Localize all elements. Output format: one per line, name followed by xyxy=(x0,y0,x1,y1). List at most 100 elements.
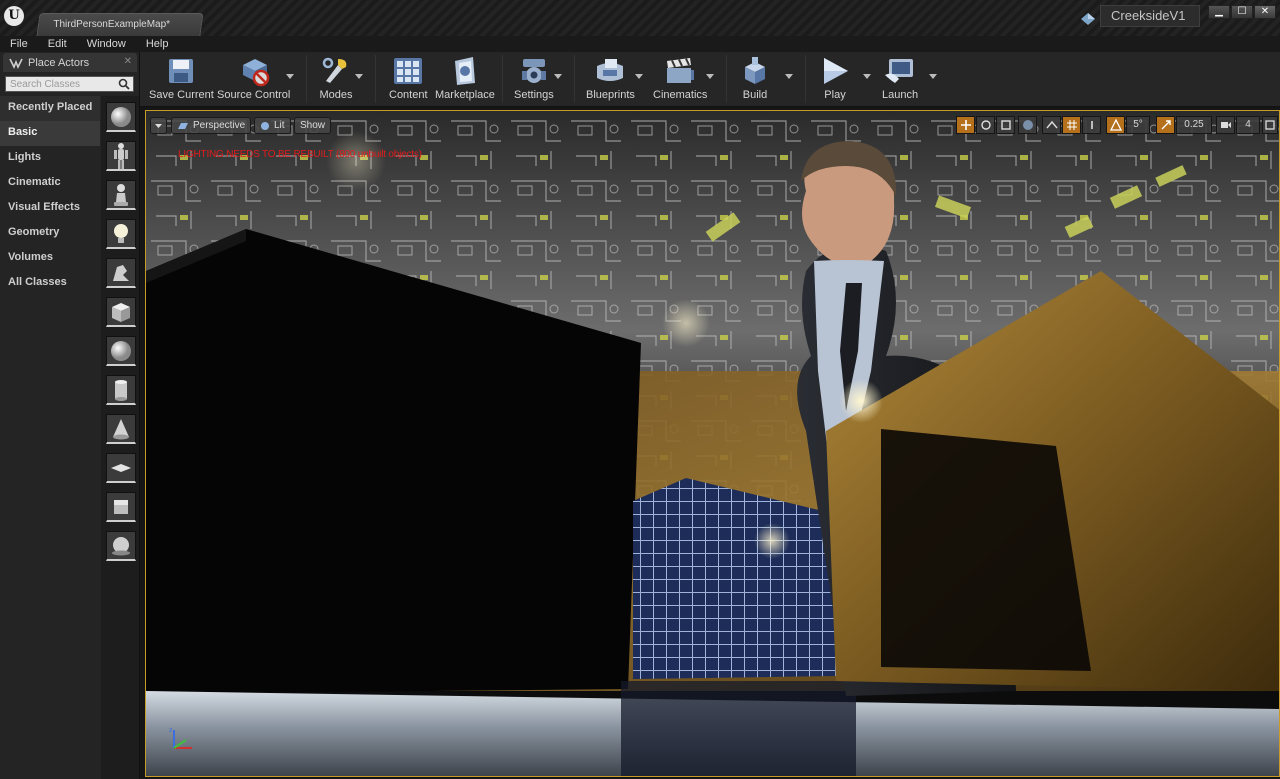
source-control-icon xyxy=(237,54,271,88)
close-button[interactable]: ✕ xyxy=(1254,5,1276,19)
actor-cube[interactable] xyxy=(106,297,136,327)
clapperboard-icon xyxy=(663,54,697,88)
cinematics-label: Cinematics xyxy=(653,89,708,101)
content-label: Content xyxy=(389,89,428,101)
camera-speed-icon[interactable] xyxy=(1216,116,1235,134)
place-actors-tab[interactable]: Place Actors ✕ xyxy=(3,53,137,72)
actor-cylinder[interactable] xyxy=(106,375,136,405)
menu-edit[interactable]: Edit xyxy=(38,36,77,52)
perspective-button[interactable]: Perspective xyxy=(171,117,252,134)
settings-dropdown-icon[interactable] xyxy=(554,74,562,80)
viewport-scene-image[interactable] xyxy=(146,111,1280,777)
rotation-snap-value[interactable]: 5° xyxy=(1126,116,1150,134)
actor-player-start[interactable] xyxy=(106,258,136,288)
cone-icon xyxy=(113,418,129,439)
document-tab[interactable]: ThirdPersonExampleMap* xyxy=(36,13,204,36)
modes-dropdown-icon[interactable] xyxy=(355,74,363,80)
maximize-button[interactable]: ☐ xyxy=(1231,5,1253,19)
source-control-button[interactable]: Source Control xyxy=(217,54,290,104)
world-local-icon[interactable] xyxy=(1018,116,1037,134)
maximize-viewport-icon[interactable] xyxy=(1262,116,1278,134)
sphere-icon xyxy=(111,340,131,361)
menu-file[interactable]: File xyxy=(0,36,38,52)
modes-button[interactable]: Modes xyxy=(319,54,353,104)
build-label: Build xyxy=(742,89,768,101)
launch-icon xyxy=(883,54,917,88)
pawn-icon xyxy=(114,183,128,206)
lit-view-mode-button[interactable]: Lit xyxy=(254,117,291,134)
actor-empty-actor[interactable] xyxy=(106,102,136,132)
marketplace-button[interactable]: Marketplace xyxy=(435,54,495,104)
rotate-tool-icon[interactable] xyxy=(976,116,995,134)
menu-help[interactable]: Help xyxy=(136,36,179,52)
cinematics-button[interactable]: Cinematics xyxy=(653,54,707,104)
category-recently-placed[interactable]: Recently Placed xyxy=(0,96,100,121)
category-basic[interactable]: Basic xyxy=(0,121,100,146)
category-lights[interactable]: Lights xyxy=(0,146,100,171)
perspective-label: Perspective xyxy=(193,120,246,131)
search-icon[interactable] xyxy=(118,78,130,90)
blueprints-dropdown-icon[interactable] xyxy=(635,74,643,80)
surface-snap-icon[interactable] xyxy=(1042,116,1061,134)
actor-cone[interactable] xyxy=(106,414,136,444)
content-button[interactable]: Content xyxy=(389,54,428,104)
launch-dropdown-icon[interactable] xyxy=(929,74,937,80)
launch-button[interactable]: Launch xyxy=(882,54,918,104)
category-volumes[interactable]: Volumes xyxy=(0,246,100,271)
title-bar: U ThirdPersonExampleMap* CreeksideV1 ▁ ☐… xyxy=(0,0,1280,36)
play-dropdown-icon[interactable] xyxy=(863,74,871,80)
actor-plane[interactable] xyxy=(106,453,136,483)
marketplace-label: Marketplace xyxy=(435,89,495,101)
play-button[interactable]: Play xyxy=(818,54,852,104)
perspective-icon xyxy=(178,122,188,129)
scale-tool-icon[interactable] xyxy=(996,116,1015,134)
category-all-classes[interactable]: All Classes xyxy=(0,271,100,296)
box-trigger-icon xyxy=(114,499,128,514)
panel-close-icon[interactable]: ✕ xyxy=(124,56,132,67)
viewport-options-button[interactable] xyxy=(150,117,167,134)
point-light-icon xyxy=(114,223,128,243)
grid-snap-value-icon[interactable] xyxy=(1082,116,1101,134)
scale-snap-icon[interactable] xyxy=(1156,116,1175,134)
level-viewport[interactable]: Perspective Lit Show 5° 0.25 4 LIGHTING … xyxy=(145,110,1280,777)
search-classes-input[interactable] xyxy=(6,77,116,91)
grid-snap-icon[interactable] xyxy=(1062,116,1081,134)
category-geometry[interactable]: Geometry xyxy=(0,221,100,246)
build-button[interactable]: Build xyxy=(738,54,772,104)
rotation-snap-icon[interactable] xyxy=(1106,116,1125,134)
minimize-button[interactable]: ▁ xyxy=(1208,5,1230,19)
actor-box-trigger[interactable] xyxy=(106,492,136,522)
build-dropdown-icon[interactable] xyxy=(785,74,793,80)
category-cinematic[interactable]: Cinematic xyxy=(0,171,100,196)
scale-snap-value[interactable]: 0.25 xyxy=(1176,116,1212,134)
menu-window[interactable]: Window xyxy=(77,36,136,52)
search-classes-field xyxy=(5,76,134,92)
save-current-button[interactable]: Save Current xyxy=(149,54,214,104)
actor-thumbnail-column xyxy=(101,96,139,779)
modes-icon xyxy=(319,54,353,88)
settings-button[interactable]: Settings xyxy=(514,54,554,104)
show-flags-button[interactable]: Show xyxy=(294,117,332,134)
viewport-toolbar: Perspective Lit Show 5° 0.25 4 xyxy=(146,111,1279,137)
marketplace-icon xyxy=(448,54,482,88)
category-list: Recently Placed Basic Lights Cinematic V… xyxy=(0,96,100,296)
category-visual-effects[interactable]: Visual Effects xyxy=(0,196,100,221)
translate-tool-icon[interactable] xyxy=(956,116,975,134)
camera-speed-value[interactable]: 4 xyxy=(1236,116,1260,134)
actor-point-light[interactable] xyxy=(106,219,136,249)
blueprints-button[interactable]: Blueprints xyxy=(586,54,635,104)
actor-pawn[interactable] xyxy=(106,180,136,210)
save-icon xyxy=(164,54,198,88)
blueprints-icon xyxy=(593,54,627,88)
main-toolbar: Save Current Source Control Modes Conten… xyxy=(140,52,1280,107)
chevron-down-icon xyxy=(155,124,162,128)
actor-character[interactable] xyxy=(106,141,136,171)
actor-sphere-trigger[interactable] xyxy=(106,531,136,561)
actor-sphere[interactable] xyxy=(106,336,136,366)
source-control-dropdown-icon[interactable] xyxy=(286,74,294,80)
build-icon xyxy=(738,54,772,88)
lit-sphere-icon xyxy=(261,121,269,130)
launch-label: Launch xyxy=(882,89,919,101)
cinematics-dropdown-icon[interactable] xyxy=(706,74,714,80)
plane-icon xyxy=(111,463,131,472)
